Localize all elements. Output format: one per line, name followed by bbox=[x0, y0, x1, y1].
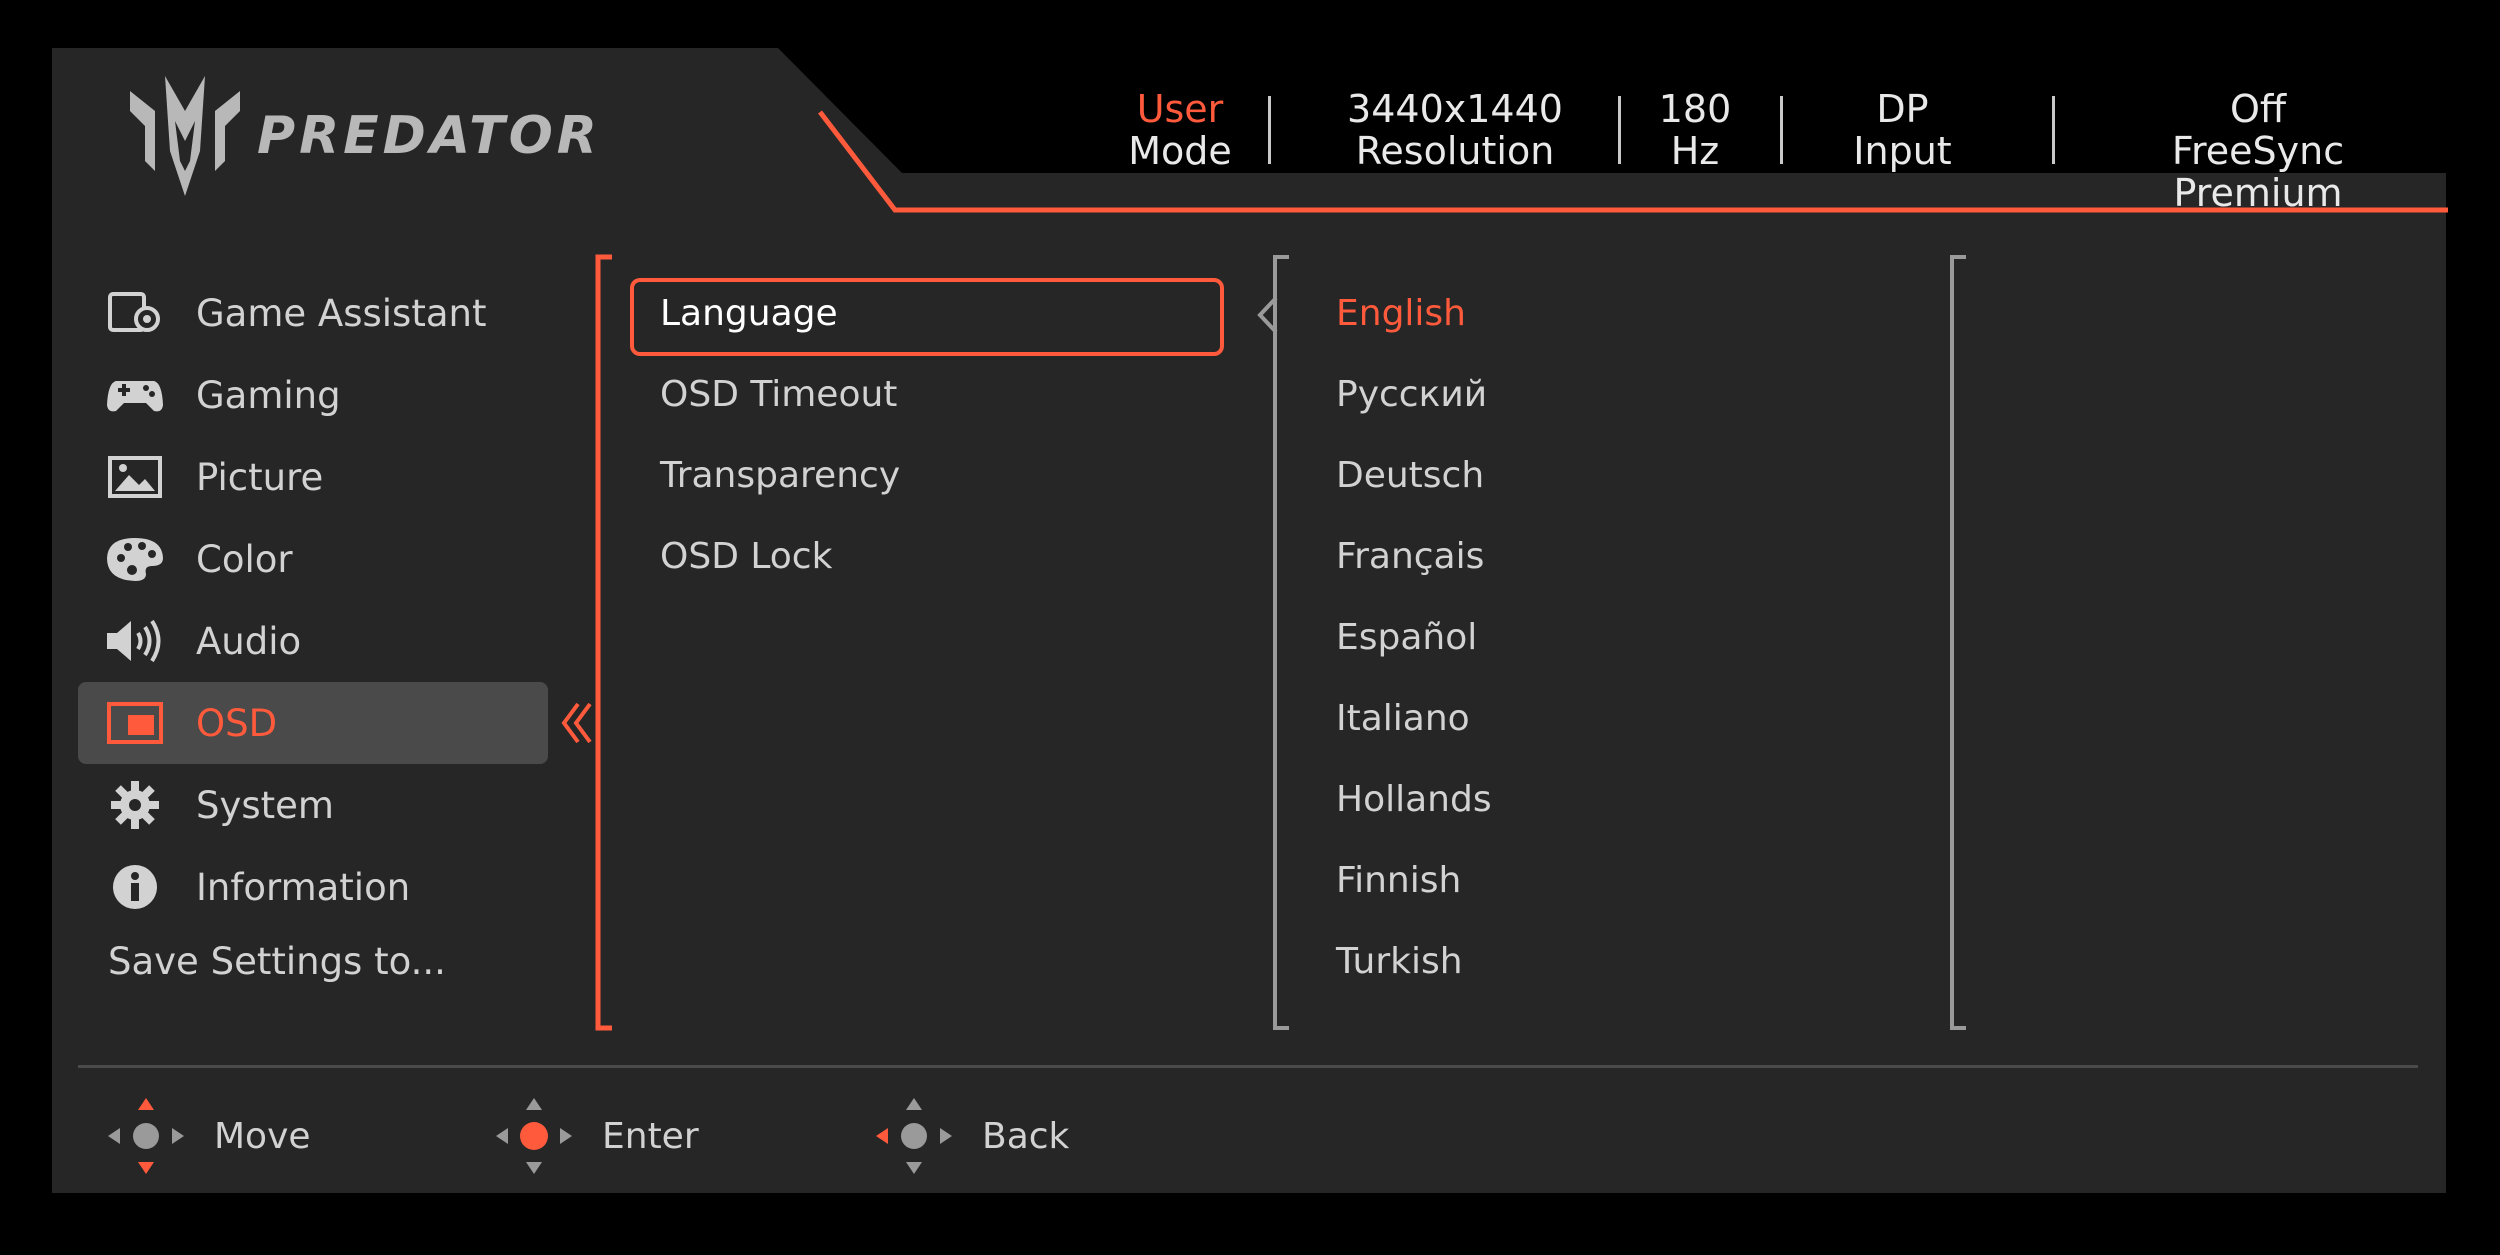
input-label: Input bbox=[1853, 129, 1952, 173]
language-option[interactable]: Deutsch bbox=[1336, 455, 1484, 496]
refresh-label: Hz bbox=[1670, 129, 1720, 173]
hint-enter-label: Enter bbox=[602, 1115, 699, 1157]
menu-item-label: System bbox=[196, 783, 334, 827]
joystick-move-icon bbox=[106, 1096, 186, 1176]
language-option[interactable]: English bbox=[1336, 293, 1466, 334]
status-separator bbox=[1268, 96, 1271, 164]
freesync-value: Off bbox=[2229, 87, 2287, 131]
resolution-label: Resolution bbox=[1355, 129, 1555, 173]
joystick-back-icon bbox=[874, 1096, 954, 1176]
resolution-value: 3440x1440 bbox=[1347, 87, 1563, 131]
status-mode: User Mode bbox=[1125, 88, 1235, 172]
gear-icon bbox=[104, 779, 166, 831]
menu-item-information[interactable]: Information bbox=[78, 846, 548, 928]
menu-item-label: Picture bbox=[196, 455, 324, 499]
predator-logo-icon bbox=[130, 75, 240, 196]
info-icon bbox=[104, 861, 166, 913]
brand-logo: PREDATOR bbox=[125, 68, 601, 203]
picture-icon bbox=[104, 451, 166, 503]
language-option[interactable]: Italiano bbox=[1336, 698, 1470, 739]
status-resolution: 3440x1440 Resolution bbox=[1320, 88, 1590, 172]
input-value: DP bbox=[1876, 87, 1929, 131]
status-input: DP Input bbox=[1840, 88, 1965, 172]
game-assistant-icon bbox=[104, 287, 166, 339]
submenu-item-osd-lock[interactable]: OSD Lock bbox=[660, 536, 832, 577]
language-option[interactable]: Turkish bbox=[1336, 941, 1463, 982]
freesync-label: FreeSync Premium bbox=[2171, 129, 2345, 215]
menu-item-system[interactable]: System bbox=[78, 764, 548, 846]
menu-item-label: OSD bbox=[196, 701, 278, 745]
hint-back-label: Back bbox=[982, 1115, 1070, 1157]
status-freesync: Off FreeSync Premium bbox=[2088, 88, 2428, 214]
active-chevron-icon bbox=[561, 702, 592, 744]
menu-item-label: Information bbox=[196, 865, 411, 909]
language-option[interactable]: Français bbox=[1336, 536, 1484, 577]
osd-icon bbox=[104, 697, 166, 749]
status-separator bbox=[1618, 96, 1621, 164]
menu-item-audio[interactable]: Audio bbox=[78, 600, 548, 682]
menu-item-color[interactable]: Color bbox=[78, 518, 548, 600]
status-separator bbox=[1780, 96, 1783, 164]
footer-divider bbox=[78, 1065, 2418, 1068]
status-separator bbox=[2052, 96, 2055, 164]
mode-value: User bbox=[1136, 87, 1224, 131]
logo-text: PREDATOR bbox=[257, 105, 601, 166]
menu-item-label: Audio bbox=[196, 619, 302, 663]
language-option[interactable]: Español bbox=[1336, 617, 1477, 658]
language-option[interactable]: Русский bbox=[1336, 374, 1487, 415]
language-option[interactable]: Hollands bbox=[1336, 779, 1492, 820]
hint-move: Move bbox=[106, 1096, 311, 1176]
submenu-item-language[interactable]: Language bbox=[660, 293, 838, 334]
status-refresh: 180 Hz bbox=[1650, 88, 1740, 172]
menu-item-label: Gaming bbox=[196, 373, 341, 417]
menu-item-game-assistant[interactable]: Game Assistant bbox=[78, 272, 548, 354]
language-option[interactable]: Finnish bbox=[1336, 860, 1461, 901]
submenu-item-osd-timeout[interactable]: OSD Timeout bbox=[660, 374, 897, 415]
save-settings-item[interactable]: Save Settings to... bbox=[108, 940, 446, 983]
menu-item-label: Game Assistant bbox=[196, 291, 487, 335]
joystick-enter-icon bbox=[494, 1096, 574, 1176]
gamepad-icon bbox=[104, 369, 166, 421]
hint-move-label: Move bbox=[214, 1115, 311, 1157]
hint-enter: Enter bbox=[494, 1096, 699, 1176]
submenu-item-transparency[interactable]: Transparency bbox=[660, 455, 900, 496]
menu-item-gaming[interactable]: Gaming bbox=[78, 354, 548, 436]
menu-item-picture[interactable]: Picture bbox=[78, 436, 548, 518]
refresh-value: 180 bbox=[1658, 87, 1732, 131]
speaker-icon bbox=[104, 615, 166, 667]
mode-label: Mode bbox=[1128, 129, 1232, 173]
menu-item-osd[interactable]: OSD bbox=[78, 682, 548, 764]
palette-icon bbox=[104, 533, 166, 585]
hint-back: Back bbox=[874, 1096, 1069, 1176]
menu-item-label: Color bbox=[196, 537, 293, 581]
